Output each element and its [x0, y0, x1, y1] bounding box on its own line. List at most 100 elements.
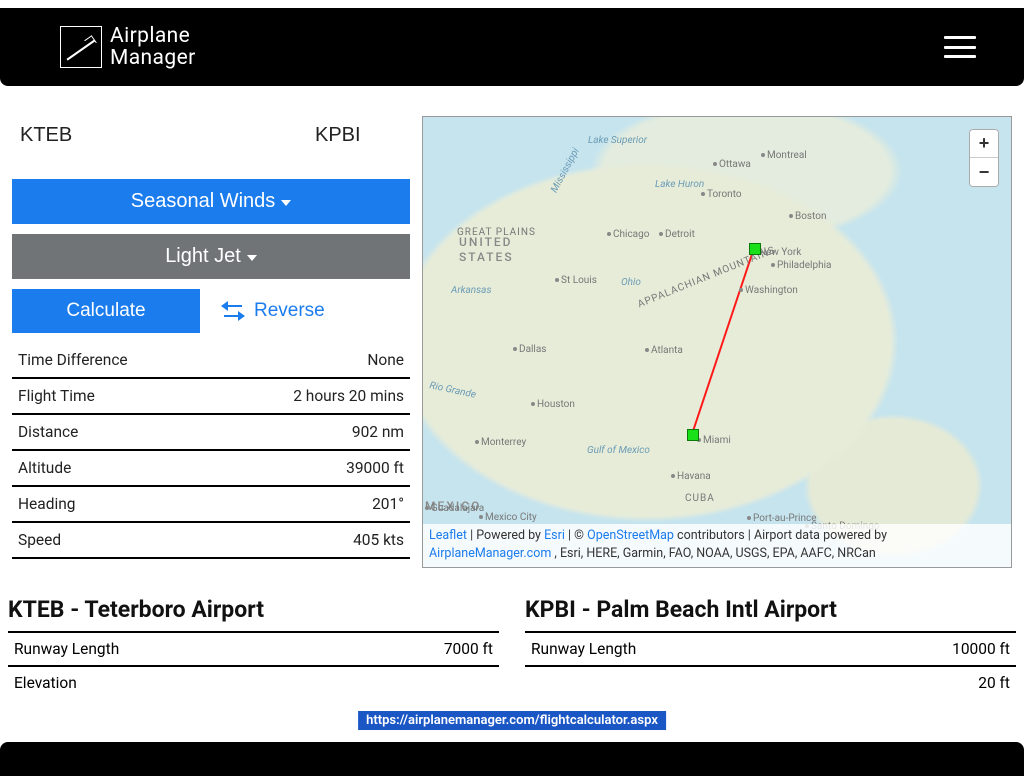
airport-title: KPBI - Palm Beach Intl Airport	[525, 596, 1016, 623]
status-url: https://airplanemanager.com/flightcalcul…	[358, 711, 666, 730]
map-city-label: Lake Superior	[588, 135, 647, 146]
reverse-button[interactable]: Reverse	[212, 292, 335, 330]
map-region-label: CUBA	[685, 493, 715, 504]
from-airport-input[interactable]	[14, 116, 291, 155]
airport-column: KPBI - Palm Beach Intl Airport Runway Len…	[525, 596, 1016, 699]
city-dot	[739, 288, 743, 292]
city-dot	[645, 348, 649, 352]
city-dot	[607, 232, 611, 236]
stat-value: None	[210, 343, 410, 378]
map-city-label: Ohio	[621, 277, 641, 288]
map-city-label: Philadelphia	[777, 260, 832, 271]
chevron-down-icon	[247, 255, 257, 261]
airport-stat-label: Runway Length	[525, 632, 833, 666]
city-dot	[659, 232, 663, 236]
aircraft-dropdown[interactable]: Light Jet	[12, 234, 410, 279]
map-attribution: Leaflet | Powered by Esri | © OpenStreet…	[423, 524, 1011, 568]
chevron-down-icon	[281, 200, 291, 206]
map-city-label: Montreal	[767, 150, 807, 161]
city-dot	[789, 214, 793, 218]
airport-stat-value: 20 ft	[833, 666, 1016, 699]
airport-stat-label	[525, 666, 833, 699]
map-city-label: Boston	[795, 211, 827, 222]
map-region-label: GREAT PLAINS	[457, 227, 536, 238]
map-city-label: Mexico City	[485, 512, 537, 523]
map-region-label: STATES	[459, 250, 514, 264]
route-map[interactable]: UNITEDSTATESGREAT PLAINSAPPALACHIAN MOUN…	[422, 116, 1012, 568]
airport-stat-value: 7000 ft	[331, 632, 499, 666]
map-city-label: Gulf of Mexico	[587, 445, 650, 456]
stat-label: Flight Time	[12, 378, 210, 414]
stat-value: 2 hours 20 mins	[210, 378, 410, 414]
winds-label: Seasonal Winds	[131, 190, 276, 213]
map-city-label: Atlanta	[651, 345, 683, 356]
stat-label: Heading	[12, 486, 210, 522]
results-table: Time DifferenceNoneFlight Time2 hours 20…	[12, 343, 410, 557]
top-bar: Airplane Manager	[0, 8, 1024, 86]
plane-icon	[60, 26, 102, 68]
map-city-label: St Louis	[561, 275, 597, 286]
stat-value: 201°	[210, 486, 410, 522]
device-frame-bottom	[0, 742, 1024, 776]
map-city-label: Guadalajara	[431, 503, 484, 514]
city-dot	[747, 516, 751, 520]
map-city-label: Toronto	[707, 189, 742, 200]
city-dot	[771, 263, 775, 267]
city-dot	[513, 347, 517, 351]
city-dot	[701, 192, 705, 196]
esri-link[interactable]: Esri	[544, 528, 565, 543]
map-city-label: New York	[759, 247, 801, 258]
zoom-in-button[interactable]: +	[970, 130, 998, 158]
airport-column: KTEB - Teterboro Airport Runway Length700…	[8, 596, 499, 699]
logo[interactable]: Airplane Manager	[60, 25, 196, 69]
route-line	[423, 117, 1011, 567]
map-city-label: Lake Huron	[655, 179, 704, 190]
city-dot	[475, 440, 479, 444]
city-dot	[761, 153, 765, 157]
calculate-button[interactable]: Calculate	[12, 289, 200, 333]
stat-label: Altitude	[12, 450, 210, 486]
map-city-label: Arkansas	[451, 285, 491, 296]
map-city-label: Port-au-Prince	[753, 513, 817, 524]
city-dot	[531, 402, 535, 406]
stat-label: Time Difference	[12, 343, 210, 378]
destination-marker[interactable]	[687, 429, 699, 441]
osm-link[interactable]: OpenStreetMap	[587, 528, 674, 543]
winds-dropdown[interactable]: Seasonal Winds	[12, 179, 410, 224]
origin-marker[interactable]	[749, 243, 761, 255]
map-city-label: Detroit	[665, 229, 695, 240]
menu-icon[interactable]	[944, 36, 976, 58]
map-city-label: Houston	[537, 399, 575, 410]
stat-value: 405 kts	[210, 522, 410, 557]
map-city-label: Washington	[745, 285, 798, 296]
aircraft-label: Light Jet	[165, 245, 241, 268]
reverse-label: Reverse	[254, 300, 325, 322]
airport-inputs	[12, 116, 410, 155]
map-city-label: Monterrey	[481, 437, 526, 448]
airport-stat-label: Elevation	[8, 666, 331, 699]
leaflet-link[interactable]: Leaflet	[429, 528, 467, 543]
city-dot	[425, 506, 429, 510]
device-notch	[504, 8, 520, 16]
airport-stat-value	[331, 666, 499, 699]
logo-text: Airplane Manager	[110, 25, 196, 69]
city-dot	[713, 162, 717, 166]
stat-value: 902 nm	[210, 414, 410, 450]
airport-stat-label: Runway Length	[8, 632, 331, 666]
stat-label: Speed	[12, 522, 210, 557]
map-city-label: Dallas	[519, 344, 546, 355]
stat-value: 39000 ft	[210, 450, 410, 486]
swap-icon	[222, 302, 244, 320]
map-city-label: Havana	[677, 471, 711, 482]
zoom-control: + −	[969, 129, 999, 187]
city-dot	[555, 278, 559, 282]
city-dot	[671, 474, 675, 478]
airplanemanager-link[interactable]: AirplaneManager.com	[429, 546, 551, 561]
map-city-label: Miami	[703, 435, 731, 446]
city-dot	[479, 515, 483, 519]
map-city-label: Chicago	[613, 229, 649, 240]
airport-title: KTEB - Teterboro Airport	[8, 596, 499, 623]
airport-stat-value: 10000 ft	[833, 632, 1016, 666]
map-city-label: Ottawa	[719, 159, 751, 170]
zoom-out-button[interactable]: −	[970, 158, 998, 186]
